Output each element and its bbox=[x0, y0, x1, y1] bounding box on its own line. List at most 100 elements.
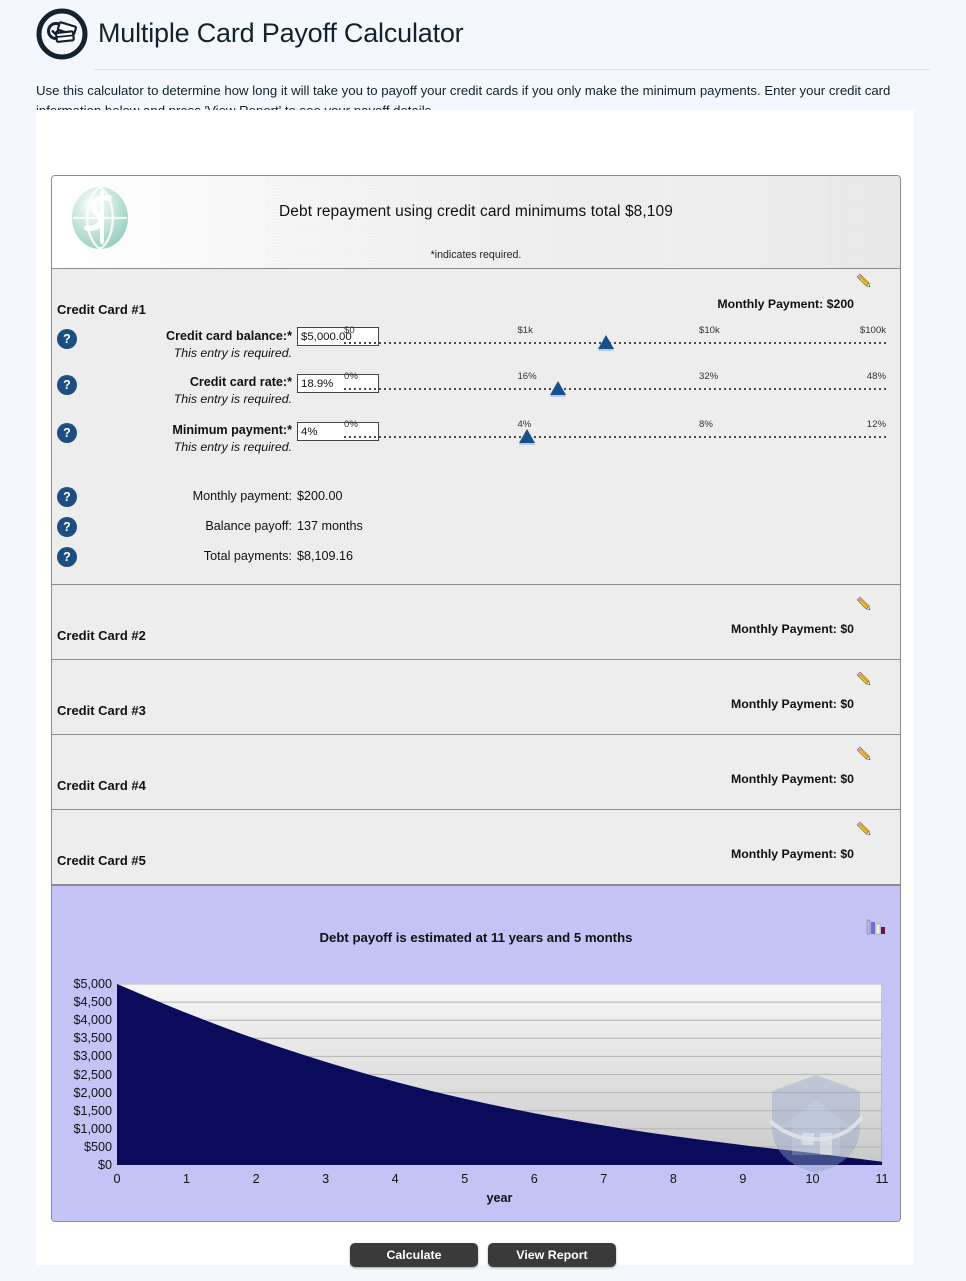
slider-tick: 0% bbox=[344, 371, 358, 382]
view-report-button[interactable]: View Report bbox=[488, 1243, 616, 1267]
chart-y-tick-label: $3,000 bbox=[73, 1049, 112, 1064]
chart-x-tick-label: 11 bbox=[875, 1172, 889, 1186]
slider-tick: 8% bbox=[699, 419, 713, 430]
credit-card-4-title: Credit Card #4 bbox=[57, 778, 146, 793]
slider-tick: $1k bbox=[517, 325, 533, 336]
help-icon-minimum-payment[interactable]: ? bbox=[57, 423, 77, 443]
slider-tick: $0 bbox=[344, 325, 355, 336]
edit-pencil-icon[interactable] bbox=[855, 820, 874, 839]
result-value: 137 months bbox=[297, 519, 363, 533]
chart-y-tick-label: $1,000 bbox=[73, 1121, 112, 1136]
slider-track[interactable] bbox=[344, 388, 886, 390]
chart-y-tick-label: $0 bbox=[97, 1158, 112, 1172]
help-icon-result-balance-payoff[interactable]: ? bbox=[57, 517, 77, 537]
chart-y-tick-label: $1,500 bbox=[73, 1103, 112, 1118]
credit-card-1-monthly-payment: Monthly Payment: $200 bbox=[717, 297, 854, 311]
credit-card-3-section[interactable]: Credit Card #3 Monthly Payment: $0 bbox=[52, 660, 900, 735]
credit-card-2-monthly-payment: Monthly Payment: $0 bbox=[731, 622, 854, 636]
field-row-minimum: ? Minimum payment:* This entry is requir… bbox=[52, 419, 900, 470]
slider-thumb[interactable] bbox=[597, 335, 614, 349]
credit-card-5-title: Credit Card #5 bbox=[57, 853, 146, 868]
field-row-rate: ? Credit card rate:* This entry is requi… bbox=[52, 371, 900, 419]
title-divider bbox=[94, 69, 930, 70]
slider-thumb[interactable] bbox=[549, 381, 566, 395]
chart-y-tick-label: $2,500 bbox=[73, 1067, 112, 1082]
edit-pencil-icon[interactable] bbox=[855, 745, 874, 764]
slider-credit-card-balance[interactable]: $0 $1k $10k $100k bbox=[344, 325, 886, 359]
credit-card-1-title: Credit Card #1 bbox=[57, 302, 146, 317]
chart-x-tick-label: 8 bbox=[669, 1172, 677, 1186]
chart-x-axis-title: year bbox=[486, 1191, 513, 1205]
chart-x-tick-label: 5 bbox=[461, 1172, 469, 1186]
chart-x-tick-label: 2 bbox=[252, 1172, 260, 1186]
chart-x-tick-label: 1 bbox=[183, 1172, 191, 1186]
note-credit-card-rate: This entry is required. bbox=[173, 392, 292, 406]
page-header: Multiple Card Payoff Calculator Use this… bbox=[0, 0, 966, 122]
slider-tick: 12% bbox=[866, 419, 886, 430]
result-row-monthly-payment: ? Monthly payment: $200.00 bbox=[52, 487, 900, 517]
credit-card-5-section[interactable]: Credit Card #5 Monthly Payment: $0 bbox=[52, 810, 900, 885]
chart-x-tick-label: 4 bbox=[391, 1172, 399, 1186]
chart-plot-area: $5,000 $4,500 $4,000 $3,500 $3,000 $2,500 $2,0… bbox=[73, 977, 888, 1205]
calculator-header: Debt repayment using credit card minimum… bbox=[52, 176, 900, 269]
credit-card-1-section: Credit Card #1 Monthly Payment: $200 ? C… bbox=[52, 269, 900, 585]
calculator-header-title: Debt repayment using credit card minimum… bbox=[279, 203, 673, 220]
field-row-balance: ? Credit card balance:* This entry is re… bbox=[52, 325, 900, 373]
edit-pencil-icon[interactable] bbox=[855, 272, 874, 291]
chart-y-tick-label: $4,500 bbox=[73, 995, 112, 1010]
help-icon-rate[interactable]: ? bbox=[57, 375, 77, 395]
chart-title: Debt payoff is estimated at 11 years and… bbox=[319, 930, 633, 945]
result-label: Monthly payment: bbox=[192, 489, 292, 503]
chart-y-tick-label: $5,000 bbox=[73, 977, 112, 991]
credit-card-5-monthly-payment: Monthly Payment: $0 bbox=[731, 847, 854, 861]
action-button-bar: Calculate View Report bbox=[0, 1243, 966, 1267]
help-icon-balance[interactable]: ? bbox=[57, 329, 77, 349]
required-note: *indicates required. bbox=[430, 249, 522, 261]
slider-tick: 16% bbox=[517, 371, 537, 382]
calculate-button[interactable]: Calculate bbox=[350, 1243, 478, 1267]
credit-card-2-title: Credit Card #2 bbox=[57, 628, 146, 643]
edit-pencil-icon[interactable] bbox=[855, 670, 874, 689]
chart-y-tick-label: $500 bbox=[83, 1139, 112, 1154]
calculator-widget: Debt repayment using credit card minimum… bbox=[51, 175, 901, 1222]
note-credit-card-balance: This entry is required. bbox=[173, 346, 292, 360]
result-value: $200.00 bbox=[297, 489, 343, 503]
slider-tick: 32% bbox=[699, 371, 719, 382]
help-icon-result-total-payments[interactable]: ? bbox=[57, 547, 77, 567]
label-credit-card-rate: Credit card rate:* bbox=[189, 375, 292, 389]
payoff-chart-section: Debt payoff is estimated at 11 years and… bbox=[52, 885, 900, 1221]
note-minimum-payment: This entry is required. bbox=[173, 440, 292, 454]
result-label: Total payments: bbox=[203, 549, 292, 563]
help-icon-result-monthly-payment[interactable]: ? bbox=[57, 487, 77, 507]
house-shield-watermark bbox=[762, 1069, 870, 1177]
label-minimum-payment: Minimum payment:* bbox=[172, 423, 292, 437]
credit-card-3-monthly-payment: Monthly Payment: $0 bbox=[731, 697, 854, 711]
slider-minimum-payment[interactable]: 0% 4% 8% 12% bbox=[344, 419, 886, 453]
page-title: Multiple Card Payoff Calculator bbox=[98, 18, 464, 49]
chart-x-tick-label: 0 bbox=[113, 1172, 121, 1186]
slider-tick: 48% bbox=[866, 371, 886, 382]
credit-card-check-icon bbox=[36, 8, 88, 60]
result-value: $8,109.16 bbox=[297, 549, 354, 563]
slider-credit-card-rate[interactable]: 0% 16% 32% 48% bbox=[344, 371, 886, 405]
label-credit-card-balance: Credit card balance:* bbox=[166, 329, 292, 343]
slider-tick: $100k bbox=[859, 325, 886, 336]
result-label: Balance payoff: bbox=[205, 519, 292, 533]
chart-y-tick-label: $2,000 bbox=[73, 1085, 112, 1100]
slider-track[interactable] bbox=[344, 342, 886, 344]
chart-x-tick-label: 7 bbox=[600, 1172, 608, 1186]
edit-pencil-icon[interactable] bbox=[855, 595, 874, 614]
credit-card-2-section[interactable]: Credit Card #2 Monthly Payment: $0 bbox=[52, 585, 900, 660]
chart-x-tick-label: 6 bbox=[530, 1172, 538, 1186]
result-row-total-payments: ? Total payments: $8,109.16 bbox=[52, 547, 900, 577]
slider-track[interactable] bbox=[344, 436, 886, 438]
slider-thumb[interactable] bbox=[518, 429, 535, 443]
credit-card-4-monthly-payment: Monthly Payment: $0 bbox=[731, 772, 854, 786]
chart-y-tick-label: $3,500 bbox=[73, 1031, 112, 1046]
credit-card-3-title: Credit Card #3 bbox=[57, 703, 146, 718]
slider-tick: 0% bbox=[344, 419, 358, 430]
chart-y-tick-label: $4,000 bbox=[73, 1013, 112, 1028]
chart-x-tick-label: 3 bbox=[322, 1172, 330, 1186]
credit-card-4-section[interactable]: Credit Card #4 Monthly Payment: $0 bbox=[52, 735, 900, 810]
result-row-balance-payoff: ? Balance payoff: 137 months bbox=[52, 517, 900, 547]
